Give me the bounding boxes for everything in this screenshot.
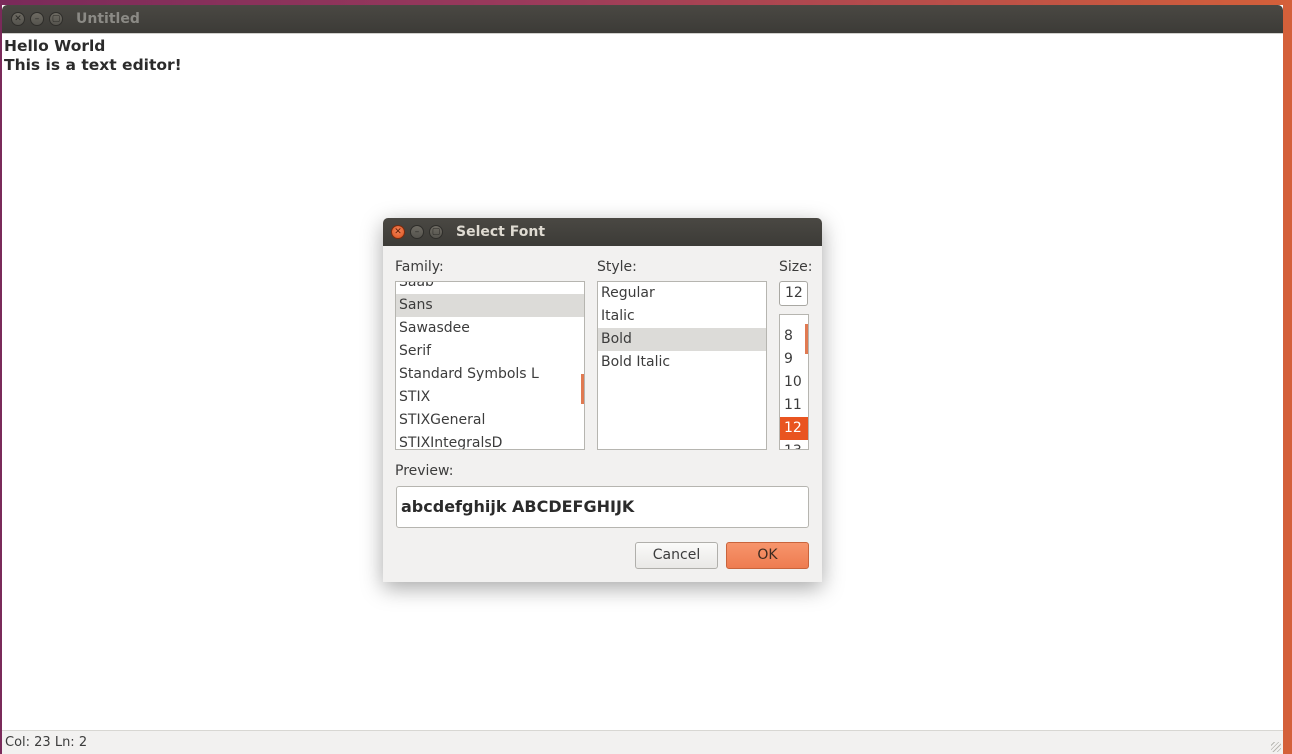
ok-button[interactable]: OK — [726, 542, 809, 569]
style-item[interactable]: Regular — [598, 282, 766, 305]
family-scrollbar[interactable] — [581, 374, 584, 404]
size-item[interactable]: 11 — [780, 394, 808, 417]
style-label: Style: — [597, 259, 637, 275]
minimize-icon[interactable]: – — [30, 12, 44, 26]
family-item-selected[interactable]: Sans — [396, 294, 584, 317]
style-item[interactable]: Bold Italic — [598, 351, 766, 374]
preview-text: abcdefghijk ABCDEFGHIJK — [401, 497, 635, 516]
family-label: Family: — [395, 259, 444, 275]
size-item[interactable]: 9 — [780, 348, 808, 371]
family-item[interactable]: STIXIntegralsD — [396, 432, 584, 449]
size-input[interactable]: 12 — [779, 281, 808, 306]
size-item[interactable]: 10 — [780, 371, 808, 394]
dialog-close-icon[interactable]: ✕ — [391, 225, 405, 239]
window-title: Untitled — [76, 11, 140, 27]
family-item[interactable]: Standard Symbols L — [396, 363, 584, 386]
size-item[interactable]: 8 — [780, 325, 808, 348]
preview-label: Preview: — [395, 463, 454, 479]
family-item[interactable]: STIXGeneral — [396, 409, 584, 432]
main-titlebar[interactable]: ✕ – ▢ Untitled — [2, 5, 1283, 33]
style-list[interactable]: Regular Italic Bold Bold Italic — [597, 281, 767, 450]
style-item[interactable]: Italic — [598, 305, 766, 328]
family-item[interactable]: Sawasdee — [396, 317, 584, 340]
size-item-selected[interactable]: 12 — [780, 417, 808, 440]
select-font-dialog: ✕ – ▢ Select Font Family: Style: Size: S… — [383, 218, 822, 582]
style-item-selected[interactable]: Bold — [598, 328, 766, 351]
maximize-icon[interactable]: ▢ — [49, 12, 63, 26]
cursor-position: Col: 23 Ln: 2 — [5, 735, 88, 750]
size-label: Size: — [779, 259, 813, 275]
family-item[interactable]: Saab — [396, 282, 584, 294]
cancel-button[interactable]: Cancel — [635, 542, 718, 569]
family-item[interactable]: Serif — [396, 340, 584, 363]
resize-grip-icon[interactable] — [1271, 742, 1281, 752]
family-list[interactable]: Saab Sans Sawasdee Serif Standard Symbol… — [395, 281, 585, 450]
size-scrollbar[interactable] — [805, 324, 808, 354]
dialog-title: Select Font — [456, 224, 546, 240]
family-item[interactable]: STIX — [396, 386, 584, 409]
size-item[interactable]: 13 — [780, 440, 808, 449]
editor-line-1: Hello World — [4, 37, 106, 55]
dialog-minimize-icon[interactable]: – — [410, 225, 424, 239]
size-item[interactable]: 7 — [780, 315, 808, 321]
dialog-titlebar[interactable]: ✕ – ▢ Select Font — [383, 218, 822, 246]
dialog-maximize-icon[interactable]: ▢ — [429, 225, 443, 239]
status-bar: Col: 23 Ln: 2 — [2, 730, 1283, 754]
editor-line-2: This is a text editor! — [4, 56, 182, 74]
size-list[interactable]: 7 8 9 10 11 12 13 — [779, 314, 809, 450]
close-icon[interactable]: ✕ — [11, 12, 25, 26]
preview-box: abcdefghijk ABCDEFGHIJK — [396, 486, 809, 528]
